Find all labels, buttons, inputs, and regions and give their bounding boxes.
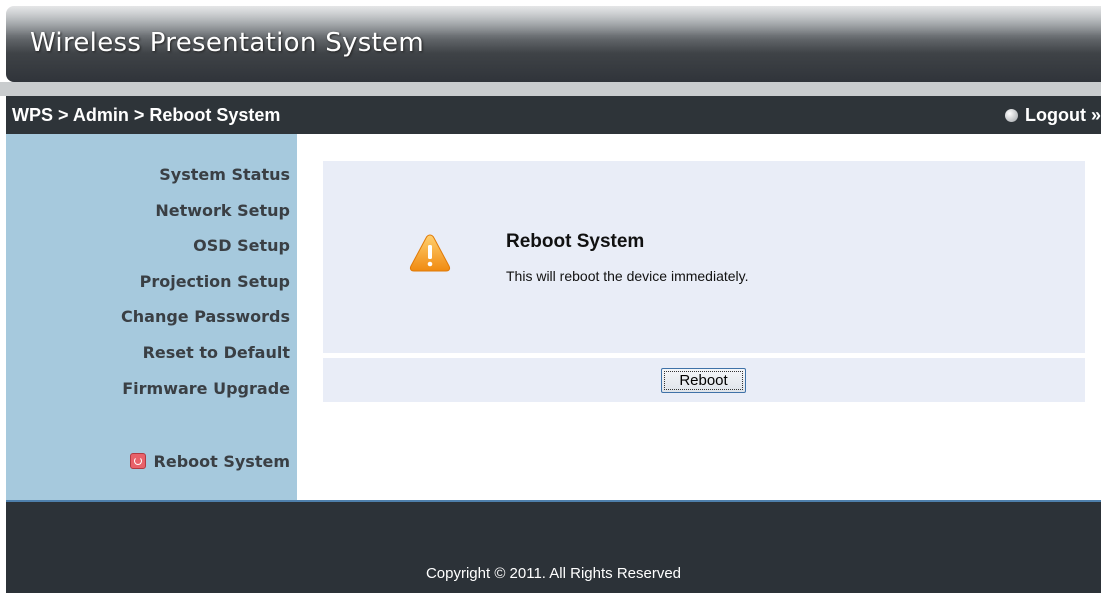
app-title: Wireless Presentation System [30,28,424,58]
warning-icon [409,233,451,278]
reboot-button[interactable]: Reboot [661,368,746,393]
sidebar-item-projection-setup[interactable]: Projection Setup [140,270,290,294]
navigation-bar: WPS > Admin > Reboot System Logout » [6,96,1101,134]
panel-title: Reboot System [506,231,645,252]
power-icon [129,453,146,469]
footer: Copyright © 2011. All Rights Reserved [6,502,1101,593]
logout-label: Logout » [1025,105,1101,125]
logout-dot-icon [1005,109,1019,122]
sidebar-item-reset-to-default[interactable]: Reset to Default [143,341,290,365]
app-header: Wireless Presentation System [6,6,1101,82]
sidebar-item-osd-setup[interactable]: OSD Setup [193,234,290,258]
sidebar-item-network-setup[interactable]: Network Setup [155,199,290,223]
sidebar-item-label: Reboot System [153,452,290,471]
sidebar-item-reboot-system[interactable]: Reboot System [129,450,290,474]
header-separator [0,82,1101,96]
logout-link[interactable]: Logout » [1005,105,1101,126]
sidebar-item-change-passwords[interactable]: Change Passwords [121,305,290,329]
sidebar: System Status Network Setup OSD Setup Pr… [6,134,297,500]
breadcrumb: WPS > Admin > Reboot System [12,105,281,125]
copyright-text: Copyright © 2011. All Rights Reserved [425,565,682,582]
reboot-info-panel: Reboot System This will reboot the devic… [323,161,1085,353]
sidebar-item-firmware-upgrade[interactable]: Firmware Upgrade [122,377,290,401]
sidebar-item-system-status[interactable]: System Status [159,163,290,187]
button-panel: Reboot [323,358,1085,402]
panel-description: This will reboot the device immediately. [506,268,749,284]
